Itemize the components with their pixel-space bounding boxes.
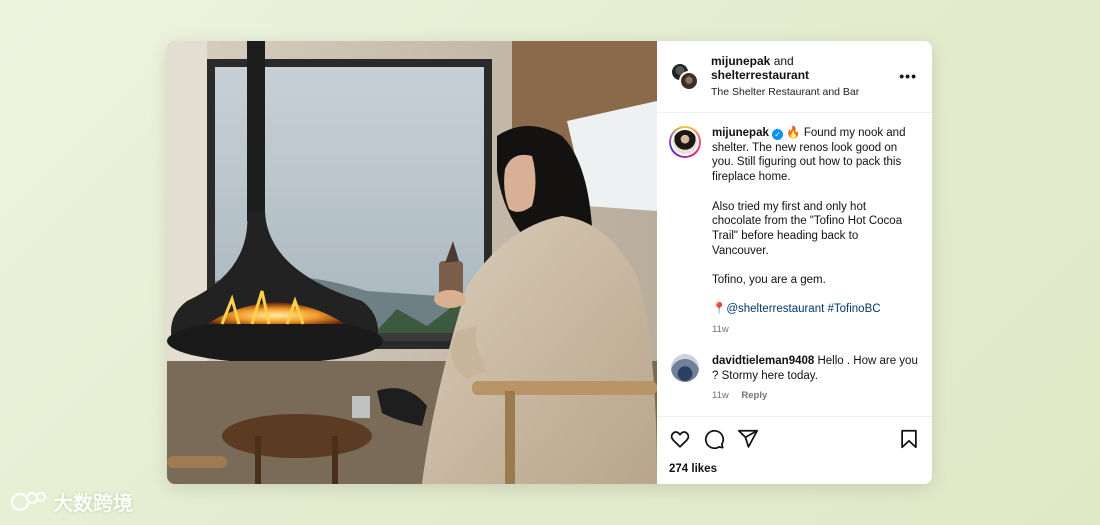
share-icon[interactable] [737, 428, 759, 450]
watermark-text: 大数跨境 [53, 493, 133, 515]
post-side-panel: mijunepak and shelterrestaurant The Shel… [657, 41, 932, 484]
caption-tags[interactable]: @shelterrestaurant #TofinoBC [726, 303, 880, 315]
caption-text: mijunepak ✓ 🔥 Found my nook and shelter.… [712, 126, 918, 338]
comment-icon[interactable] [703, 428, 725, 450]
watermark: 大数跨境 [9, 487, 133, 516]
more-options-icon[interactable]: ••• [899, 68, 917, 84]
likes-count[interactable]: 274 likes [669, 463, 920, 475]
avatar-shelterrestaurant[interactable] [679, 70, 699, 91]
reply-button[interactable]: Reply [741, 390, 767, 401]
heart-icon[interactable] [669, 428, 691, 450]
header-username-2[interactable]: shelterrestaurant [711, 68, 809, 82]
caption-avatar[interactable] [669, 126, 701, 158]
photo-scene [167, 41, 657, 484]
location-link[interactable]: The Shelter Restaurant and Bar [711, 85, 859, 99]
comment-avatar[interactable] [671, 353, 699, 382]
header-and: and [773, 54, 794, 68]
caption-time: 11w [712, 324, 729, 336]
comment-time: 11w [712, 390, 729, 402]
comment-row: davidtieleman9408 Hello . How are you ? … [669, 353, 918, 404]
caption-line-3: Tofino, you are a gem. [712, 274, 826, 286]
action-bar [669, 428, 920, 450]
post-footer: 274 likes [657, 416, 932, 484]
header-username-1[interactable]: mijunepak [711, 54, 770, 68]
collab-avatars[interactable] [670, 61, 700, 92]
header-text: mijunepak and shelterrestaurant The Shel… [711, 54, 859, 99]
fire-emoji: 🔥 [786, 127, 801, 139]
comment-text: davidtieleman9408 Hello . How are you ? … [712, 354, 918, 404]
instagram-post-card: mijunepak and shelterrestaurant The Shel… [167, 41, 932, 484]
post-photo[interactable] [167, 41, 657, 484]
post-header: mijunepak and shelterrestaurant The Shel… [657, 41, 932, 113]
verified-badge-icon: ✓ [772, 129, 784, 140]
caption-row: mijunepak ✓ 🔥 Found my nook and shelter.… [669, 126, 918, 338]
bookmark-icon[interactable] [898, 428, 920, 450]
comments-area: mijunepak ✓ 🔥 Found my nook and shelter.… [657, 113, 932, 416]
watermark-logo-icon [10, 491, 46, 511]
caption-username[interactable]: mijunepak [712, 127, 769, 139]
pin-emoji: 📍 [712, 303, 727, 316]
caption-line-2: Also tried my first and only hot chocola… [712, 200, 903, 257]
comment-username[interactable]: davidtieleman9408 [712, 355, 814, 367]
